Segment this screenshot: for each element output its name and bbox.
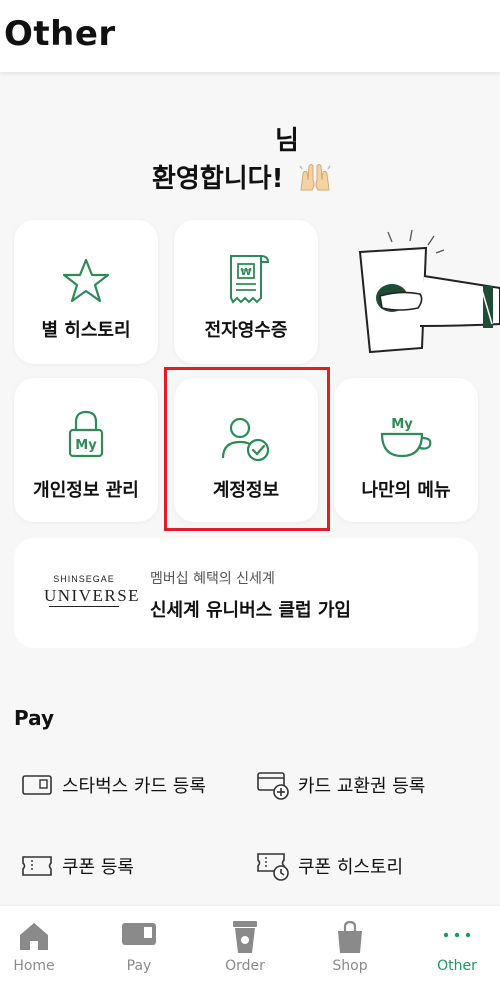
selection-highlight xyxy=(164,367,330,531)
app-header: Other xyxy=(0,0,500,72)
tab-label: Other xyxy=(437,958,477,974)
pay-section-title: Pay xyxy=(14,706,55,730)
coupon-icon xyxy=(20,851,54,881)
greeting-welcome: 환영합니다! xyxy=(152,158,333,199)
banner-subtitle: 멤버십 혜택의 신세계 xyxy=(150,571,275,587)
logo-underline xyxy=(49,606,119,609)
card-add-icon xyxy=(256,770,290,800)
lock-badge: My xyxy=(75,438,97,453)
tab-home[interactable]: Home xyxy=(0,906,84,991)
tab-order[interactable]: Order xyxy=(195,906,295,991)
shinsegae-universe-logo: SHINSEGAE UNIVERSE xyxy=(44,574,141,609)
tile-my-menu[interactable]: My 나만의 메뉴 xyxy=(334,378,478,522)
pay-item-register-voucher[interactable]: 카드 교환권 등록 xyxy=(256,770,425,800)
greeting-welcome-text: 환영합니다! xyxy=(152,164,284,194)
pay-item-label: 카드 교환권 등록 xyxy=(298,776,426,797)
tile-label: 개인정보 관리 xyxy=(33,480,139,501)
receipt-badge: ₩ xyxy=(240,267,251,278)
shopping-bag-icon xyxy=(335,920,365,958)
tab-label: Home xyxy=(13,958,55,974)
cup-my-icon: My xyxy=(376,414,436,464)
tile-label: 전자영수증 xyxy=(204,320,288,341)
tile-label: 나만의 메뉴 xyxy=(361,480,451,501)
raised-hands-icon xyxy=(297,160,333,199)
logo-line2: UNIVERSE xyxy=(44,586,141,605)
more-dots-icon xyxy=(440,920,474,954)
star-icon xyxy=(61,256,111,310)
hand-holding-cup-illustration xyxy=(340,228,500,358)
tab-label: Shop xyxy=(332,958,368,974)
cup-icon xyxy=(230,920,260,958)
receipt-icon: ₩ xyxy=(221,252,271,312)
home-icon xyxy=(17,920,51,956)
tile-star-history[interactable]: 별 히스토리 xyxy=(14,220,158,364)
card-icon xyxy=(20,770,54,800)
tab-pay[interactable]: Pay xyxy=(89,906,189,991)
tile-e-receipt[interactable]: ₩ 전자영수증 xyxy=(174,220,318,364)
pay-item-register-card[interactable]: 스타벅스 카드 등록 xyxy=(20,770,206,800)
greeting-name-suffix: 님 xyxy=(275,126,299,156)
card-icon xyxy=(121,920,157,952)
logo-line1: SHINSEGAE xyxy=(53,574,115,584)
pay-item-register-coupon[interactable]: 쿠폰 등록 xyxy=(20,851,134,881)
bottom-tab-bar: Home Pay Order Shop Other xyxy=(0,905,500,991)
pay-item-label: 쿠폰 히스토리 xyxy=(298,857,404,878)
pay-item-label: 쿠폰 등록 xyxy=(62,857,134,878)
page-title: Other xyxy=(4,14,116,54)
banner-title: 신세계 유니버스 클럽 가입 xyxy=(150,600,351,621)
tab-label: Order xyxy=(225,958,265,974)
coupon-clock-icon xyxy=(256,851,290,881)
tile-label: 별 히스토리 xyxy=(41,320,131,341)
tile-personal-info[interactable]: My 개인정보 관리 xyxy=(14,378,158,522)
shinsegae-universe-banner[interactable]: SHINSEGAE UNIVERSE 멤버십 혜택의 신세계 신세계 유니버스 … xyxy=(14,538,478,648)
pay-item-coupon-history[interactable]: 쿠폰 히스토리 xyxy=(256,851,403,881)
lock-my-icon: My xyxy=(64,408,108,464)
tab-label: Pay xyxy=(126,958,152,974)
pay-item-label: 스타벅스 카드 등록 xyxy=(62,776,206,797)
tab-other[interactable]: Other xyxy=(407,906,500,991)
tab-shop[interactable]: Shop xyxy=(300,906,400,991)
cup-badge: My xyxy=(391,417,413,432)
